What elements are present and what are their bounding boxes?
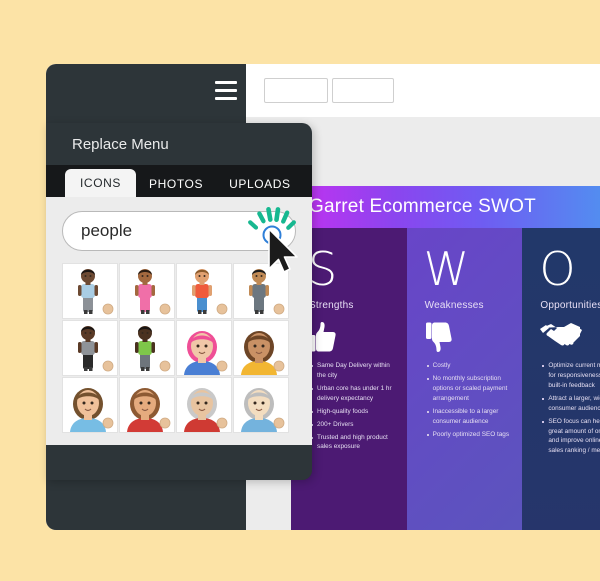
panel-tab-bar: ICONS PHOTOS UPLOADS xyxy=(46,165,312,197)
swot-columns: S Strengths Same Day Delivery within the… xyxy=(291,228,600,530)
icon-result-man-turban-beard[interactable] xyxy=(233,263,289,319)
icon-result-woman-pink-hair-bust[interactable] xyxy=(176,320,232,376)
bullet-item: Trusted and high product sales exposure xyxy=(311,433,399,453)
swot-infographic[interactable]: Garret Ecommerce SWOT S Strengths Same D… xyxy=(291,186,600,530)
icon-result-woman-ponytail-bust[interactable] xyxy=(119,377,175,433)
tab-icons[interactable]: ICONS xyxy=(65,169,137,197)
bullet-item: Same Day Delivery within the city xyxy=(311,361,399,381)
icon-result-older-man-beard-bust[interactable] xyxy=(176,377,232,433)
bullet-item: Urban core has under 1 hr delivery expec… xyxy=(311,384,399,404)
icon-result-bald-man-mustache-bust[interactable] xyxy=(233,377,289,433)
thumbs-down-icon xyxy=(407,311,523,355)
icon-results-grid xyxy=(62,263,296,433)
search-input[interactable] xyxy=(62,211,296,251)
icon-result-person-wheelchair[interactable] xyxy=(119,320,175,376)
toolbar-field-2[interactable] xyxy=(332,78,394,103)
panel-footer xyxy=(46,445,312,480)
bullet-item: Costly xyxy=(426,361,515,371)
icon-result-boy-waving-red-shirt[interactable] xyxy=(176,263,232,319)
replace-menu-panel: Replace Menu ICONS PHOTOS UPLOADS xyxy=(46,123,312,480)
swot-column-weaknesses: W Weaknesses Costly No monthly subscript… xyxy=(406,228,523,530)
hamburger-menu-icon[interactable] xyxy=(212,76,240,104)
bullet-item: No monthly subscription options or scale… xyxy=(426,374,515,404)
swot-title-bar: Garret Ecommerce SWOT xyxy=(291,186,600,228)
toolbar-dark-section xyxy=(46,64,246,117)
icon-result-person-standing-dark-skin[interactable] xyxy=(62,263,118,319)
icon-result-man-glasses-bust[interactable] xyxy=(62,377,118,433)
icon-result-woman-brown-hair-bust[interactable] xyxy=(233,320,289,376)
swot-letter-w: W xyxy=(423,242,470,296)
icon-result-girl-waving-pink-dress[interactable] xyxy=(119,263,175,319)
handshake-icon xyxy=(522,311,600,355)
bullet-item: Inaccessible to a larger consumer audien… xyxy=(426,407,515,427)
bullet-item: High-quality foods xyxy=(311,407,399,417)
swot-bullets-opportunities: Optimize current mobile app for responsi… xyxy=(522,355,600,456)
panel-body xyxy=(46,197,312,445)
top-toolbar xyxy=(46,64,600,117)
swot-column-opportunities: O Opportunities Optimize current mobile … xyxy=(522,228,600,530)
toolbar-field-1[interactable] xyxy=(264,78,328,103)
swot-title: Garret Ecommerce SWOT xyxy=(309,196,536,217)
panel-title: Replace Menu xyxy=(72,135,169,153)
bullet-item: 200+ Drivers xyxy=(311,420,399,430)
bullet-item: SEO focus can help drive a great amount … xyxy=(542,417,600,457)
bullet-item: Optimize current mobile app for responsi… xyxy=(542,361,600,391)
bullet-item: Poorly optimized SEO tags xyxy=(426,430,515,440)
icon-result-woman-long-dress-dark[interactable] xyxy=(62,320,118,376)
search-container xyxy=(62,211,296,251)
bullet-item: Attract a larger, wider target consumer … xyxy=(542,394,600,414)
tab-uploads[interactable]: UPLOADS xyxy=(216,171,304,197)
swot-letter-o: O xyxy=(539,242,576,296)
swot-bullets-weaknesses: Costly No monthly subscription options o… xyxy=(407,355,523,439)
tab-photos[interactable]: PHOTOS xyxy=(136,171,216,197)
panel-header: Replace Menu xyxy=(46,123,312,165)
